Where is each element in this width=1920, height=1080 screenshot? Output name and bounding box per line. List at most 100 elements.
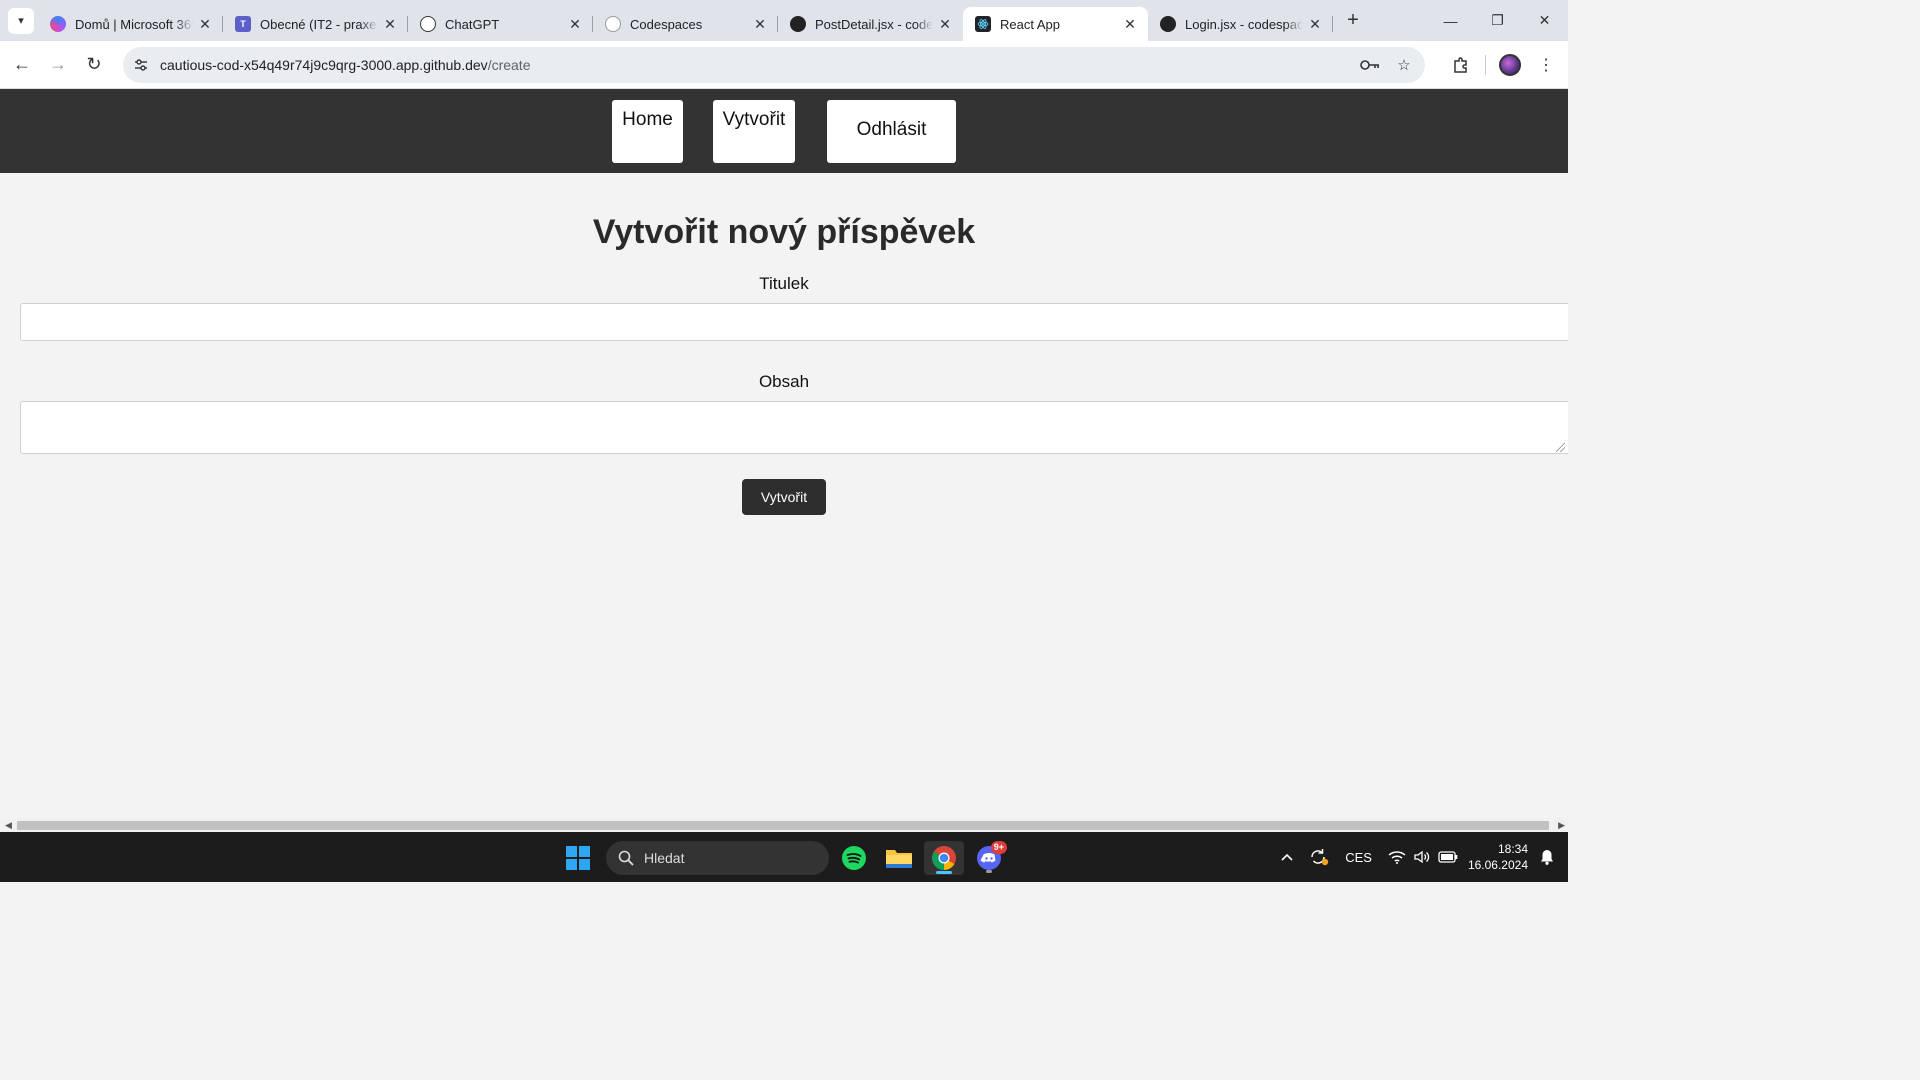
running-app-indicator bbox=[986, 870, 992, 873]
close-icon[interactable]: ✕ bbox=[382, 16, 398, 32]
site-info-button[interactable] bbox=[126, 50, 156, 80]
profile-button[interactable] bbox=[1492, 47, 1528, 83]
wifi-icon[interactable] bbox=[1388, 850, 1406, 864]
plus-icon: + bbox=[1347, 9, 1359, 31]
scrollbar-thumb[interactable] bbox=[17, 821, 1549, 830]
browser-tab[interactable]: Login.jsx - codespaces ✕ bbox=[1148, 7, 1333, 41]
close-icon[interactable]: ✕ bbox=[1122, 16, 1138, 32]
browser-tab[interactable]: T Obecné (IT2 - praxe) ✕ bbox=[223, 7, 408, 41]
browser-toolbar: ← → ↻ cautious-cod-x54q49r74j9c9qrg-3000… bbox=[0, 41, 1568, 89]
react-icon bbox=[975, 16, 991, 32]
browser-tab-active[interactable]: React App ✕ bbox=[963, 7, 1148, 41]
create-submit-button[interactable]: Vytvořit bbox=[742, 479, 826, 515]
notification-bell-icon[interactable] bbox=[1540, 849, 1554, 865]
tab-list: Domů | Microsoft 365 ✕ T Obecné (IT2 - p… bbox=[38, 0, 1333, 41]
close-icon[interactable]: ✕ bbox=[937, 16, 953, 32]
scroll-left-icon[interactable]: ◀ bbox=[5, 820, 12, 831]
clock-date: 16.06.2024 bbox=[1467, 858, 1528, 872]
minimize-button[interactable]: — bbox=[1427, 0, 1474, 41]
title-input[interactable] bbox=[20, 303, 1568, 341]
logout-button[interactable]: Odhlásit bbox=[827, 100, 956, 163]
toolbar-divider bbox=[1485, 55, 1486, 75]
language-indicator[interactable]: CES bbox=[1345, 850, 1372, 865]
menu-kebab-icon[interactable]: ⋮ bbox=[1528, 47, 1564, 83]
close-window-button[interactable]: ✕ bbox=[1521, 0, 1568, 41]
resize-grip-icon[interactable] bbox=[1556, 443, 1565, 452]
scroll-right-icon[interactable]: ▶ bbox=[1558, 820, 1565, 831]
new-tab-button[interactable]: + bbox=[1339, 7, 1367, 35]
github-icon bbox=[790, 16, 806, 32]
search-icon bbox=[618, 850, 634, 866]
tab-title: Codespaces bbox=[630, 16, 703, 32]
close-icon[interactable]: ✕ bbox=[752, 16, 768, 32]
password-key-icon[interactable] bbox=[1359, 54, 1381, 76]
page-title: Vytvořit nový příspěvek bbox=[592, 213, 976, 251]
discord-icon[interactable]: 9+ bbox=[969, 841, 1009, 875]
reload-button[interactable]: ↻ bbox=[76, 47, 112, 83]
content-textarea[interactable] bbox=[20, 401, 1568, 454]
volume-icon[interactable] bbox=[1414, 850, 1430, 864]
file-explorer-icon[interactable] bbox=[879, 841, 919, 875]
sync-icon[interactable] bbox=[1309, 848, 1329, 866]
system-clock[interactable]: 18:34 16.06.2024 bbox=[1468, 841, 1528, 873]
tab-title: React App bbox=[1000, 16, 1060, 32]
tab-separator bbox=[1332, 16, 1333, 32]
close-icon[interactable]: ✕ bbox=[567, 16, 583, 32]
battery-icon[interactable] bbox=[1438, 851, 1458, 863]
tab-title: Obecné (IT2 - praxe) bbox=[260, 16, 378, 32]
spotify-icon[interactable] bbox=[834, 841, 874, 875]
address-bar[interactable]: cautious-cod-x54q49r74j9c9qrg-3000.app.g… bbox=[123, 47, 1425, 83]
url-text: cautious-cod-x54q49r74j9c9qrg-3000.app.g… bbox=[160, 57, 531, 73]
minimize-icon: — bbox=[1443, 12, 1458, 29]
restore-button[interactable]: ❐ bbox=[1474, 0, 1521, 41]
site-settings-icon bbox=[135, 59, 147, 71]
chrome-icon[interactable] bbox=[924, 841, 964, 875]
tab-title: PostDetail.jsx - codespaces bbox=[815, 16, 933, 32]
title-label: Titulek bbox=[759, 274, 809, 293]
url-host: cautious-cod-x54q49r74j9c9qrg-3000.app.g… bbox=[160, 57, 488, 73]
window-controls: — ❐ ✕ bbox=[1427, 0, 1568, 41]
close-icon[interactable]: ✕ bbox=[1307, 16, 1323, 32]
browser-tab-strip: ▾ Domů | Microsoft 365 ✕ T Obecné (IT2 -… bbox=[0, 0, 1568, 41]
chevron-up-icon[interactable] bbox=[1281, 853, 1293, 861]
back-button[interactable]: ← bbox=[4, 47, 40, 83]
chevron-down-icon: ▾ bbox=[18, 15, 24, 27]
arrow-right-icon: → bbox=[49, 54, 67, 74]
nav-create-link[interactable]: Vytvořit bbox=[713, 100, 795, 163]
active-app-indicator bbox=[936, 871, 952, 874]
clock-time: 18:34 bbox=[1497, 842, 1528, 856]
horizontal-scrollbar[interactable]: ◀ ▶ bbox=[0, 818, 1568, 832]
search-placeholder: Hledat bbox=[644, 850, 685, 866]
browser-tab[interactable]: ChatGPT ✕ bbox=[408, 7, 593, 41]
content-label: Obsah bbox=[758, 372, 810, 391]
toolbar-right: ⋮ bbox=[1443, 41, 1568, 89]
tab-title: Domů | Microsoft 365 bbox=[75, 16, 193, 32]
notification-badge: 9+ bbox=[990, 841, 1007, 854]
app-navbar: Home Vytvořit Odhlásit bbox=[0, 89, 1568, 173]
close-icon: ✕ bbox=[1538, 12, 1551, 28]
chatgpt-icon bbox=[420, 16, 436, 32]
close-icon[interactable]: ✕ bbox=[197, 16, 213, 32]
taskbar-search[interactable]: Hledat bbox=[606, 841, 829, 875]
microsoft365-icon bbox=[50, 16, 66, 32]
teams-icon: T bbox=[235, 16, 251, 32]
system-tray: CES 18:34 16.06.2024 bbox=[1273, 832, 1568, 882]
github-icon bbox=[1160, 16, 1176, 32]
forward-button[interactable]: → bbox=[40, 47, 76, 83]
windows-taskbar: Hledat 9+ CES 18:34 16.06.2024 bbox=[0, 832, 1568, 882]
url-path: /create bbox=[487, 57, 531, 73]
extensions-icon[interactable] bbox=[1443, 47, 1479, 83]
tab-search-button[interactable]: ▾ bbox=[8, 7, 34, 34]
restore-icon: ❐ bbox=[1491, 12, 1504, 28]
windows-start-icon[interactable] bbox=[566, 846, 590, 870]
nav-home-link[interactable]: Home bbox=[612, 100, 683, 163]
tab-title: Login.jsx - codespaces bbox=[1185, 16, 1303, 32]
reload-icon: ↻ bbox=[86, 54, 102, 74]
browser-tab[interactable]: Codespaces ✕ bbox=[593, 7, 778, 41]
browser-tab[interactable]: PostDetail.jsx - codespaces ✕ bbox=[778, 7, 963, 41]
bookmark-star-icon[interactable]: ☆ bbox=[1393, 54, 1415, 76]
browser-tab[interactable]: Domů | Microsoft 365 ✕ bbox=[38, 7, 223, 41]
github-icon bbox=[605, 16, 621, 32]
avatar bbox=[1499, 54, 1521, 76]
page-viewport: Home Vytvořit Odhlásit Vytvořit nový pří… bbox=[0, 89, 1568, 818]
